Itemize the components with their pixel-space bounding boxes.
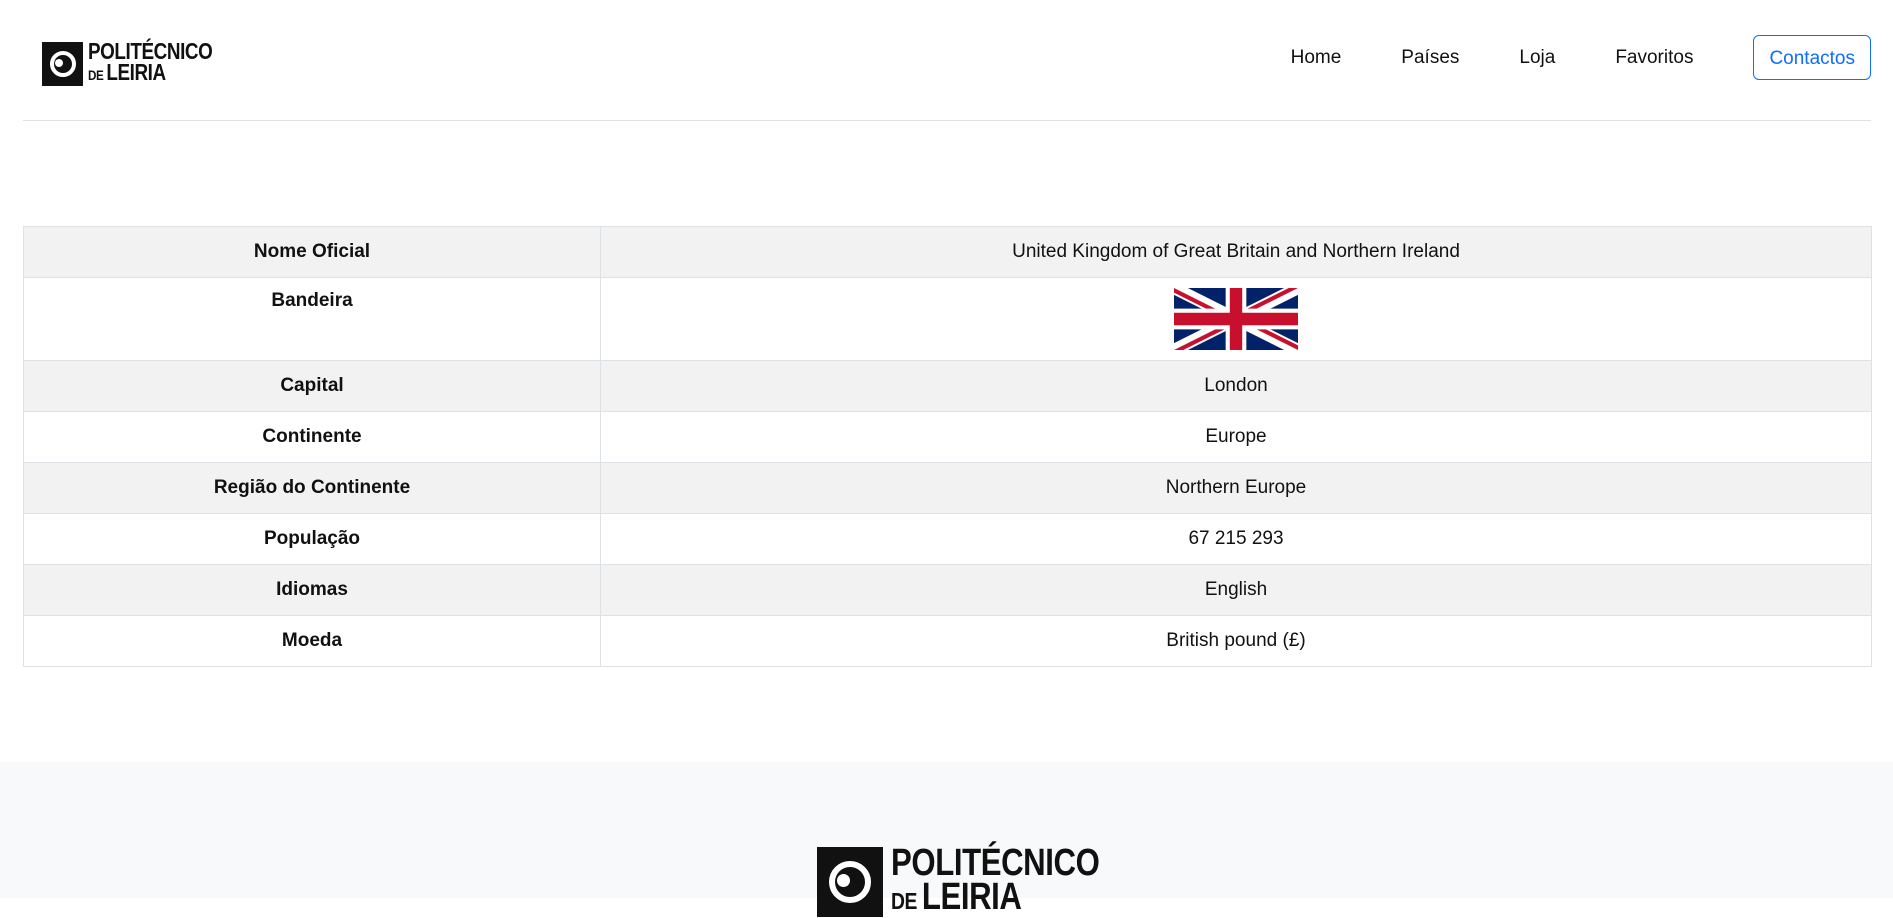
table-row: Moeda British pound (£): [23, 615, 1872, 667]
logo-line-2: LEIRIA: [921, 876, 1022, 918]
row-value-bandeira: [600, 277, 1872, 361]
site-header: POLITÉCNICO DE LEIRIA Home Países Loja F…: [23, 0, 1871, 121]
contactos-button[interactable]: Contactos: [1753, 35, 1871, 80]
logo-line-2-small: DE: [891, 888, 918, 914]
table-row: Nome Oficial United Kingdom of Great Bri…: [23, 226, 1872, 278]
main-nav: Home Países Loja Favoritos Contactos: [1261, 35, 1871, 80]
logo-line-1: POLITÉCNICO: [891, 842, 1100, 884]
row-label-idiomas: Idiomas: [23, 564, 601, 616]
row-label-continente: Continente: [23, 411, 601, 463]
row-label-nome-oficial: Nome Oficial: [23, 226, 601, 278]
table-row: Região do Continente Northern Europe: [23, 462, 1872, 514]
row-value-continente: Europe: [600, 411, 1872, 463]
table-row: Idiomas English: [23, 564, 1872, 616]
row-value-populacao: 67 215 293: [600, 513, 1872, 565]
logo-wordmark: POLITÉCNICO DE LEIRIA: [891, 842, 1100, 918]
row-value-idiomas: English: [600, 564, 1872, 616]
table-row: População 67 215 293: [23, 513, 1872, 565]
site-footer: POLITÉCNICO DE LEIRIA: [0, 762, 1893, 917]
row-label-regiao: Região do Continente: [23, 462, 601, 514]
row-label-populacao: População: [23, 513, 601, 565]
row-label-bandeira: Bandeira: [23, 277, 601, 361]
politecnico-leiria-logo[interactable]: POLITÉCNICO DE LEIRIA: [42, 40, 240, 87]
row-value-moeda: British pound (£): [600, 615, 1872, 667]
logo-mark-icon: [817, 847, 883, 917]
row-value-regiao: Northern Europe: [600, 462, 1872, 514]
country-details-table: Nome Oficial United Kingdom of Great Bri…: [23, 226, 1872, 667]
nav-home[interactable]: Home: [1261, 36, 1372, 80]
logo-wordmark: POLITÉCNICO DE LEIRIA: [88, 40, 213, 87]
union-jack-flag-icon: [1174, 288, 1298, 350]
table-row: Continente Europe: [23, 411, 1872, 463]
row-value-nome-oficial: United Kingdom of Great Britain and Nort…: [600, 226, 1872, 278]
table-row: Bandeira: [23, 277, 1872, 361]
row-value-capital: London: [600, 360, 1872, 412]
nav-paises[interactable]: Países: [1371, 36, 1489, 80]
nav-favoritos[interactable]: Favoritos: [1585, 36, 1723, 80]
nav-loja[interactable]: Loja: [1489, 36, 1585, 80]
row-label-moeda: Moeda: [23, 615, 601, 667]
logo-line-2: LEIRIA: [106, 59, 166, 85]
footer-logo[interactable]: POLITÉCNICO DE LEIRIA: [817, 842, 1145, 918]
row-label-capital: Capital: [23, 360, 601, 412]
table-row: Capital London: [23, 360, 1872, 412]
logo-line-2-small: DE: [88, 68, 104, 84]
logo-mark-icon: [42, 42, 83, 86]
